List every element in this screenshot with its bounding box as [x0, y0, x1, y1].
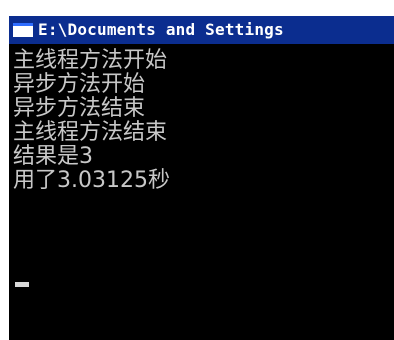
window-title: E:\Documents and Settings [38, 20, 284, 39]
console-line: 主线程方法结束 [13, 120, 168, 145]
console-line: 异步方法结束 [13, 96, 146, 121]
title-bar[interactable]: E:\Documents and Settings [9, 16, 394, 44]
console-output: 主线程方法开始 异步方法开始 异步方法结束 主线程方法结束 结果是3 用了3.0… [13, 49, 394, 193]
console-window-icon[interactable] [13, 23, 33, 37]
console-line: 结果是3 [13, 144, 93, 169]
console-line: 异步方法开始 [13, 72, 146, 97]
console-window[interactable]: E:\Documents and Settings 主线程方法开始 异步方法开始… [9, 16, 394, 340]
console-line: 用了3.03125秒 [13, 168, 170, 193]
text-cursor [15, 282, 29, 287]
console-line: 主线程方法开始 [13, 48, 168, 73]
